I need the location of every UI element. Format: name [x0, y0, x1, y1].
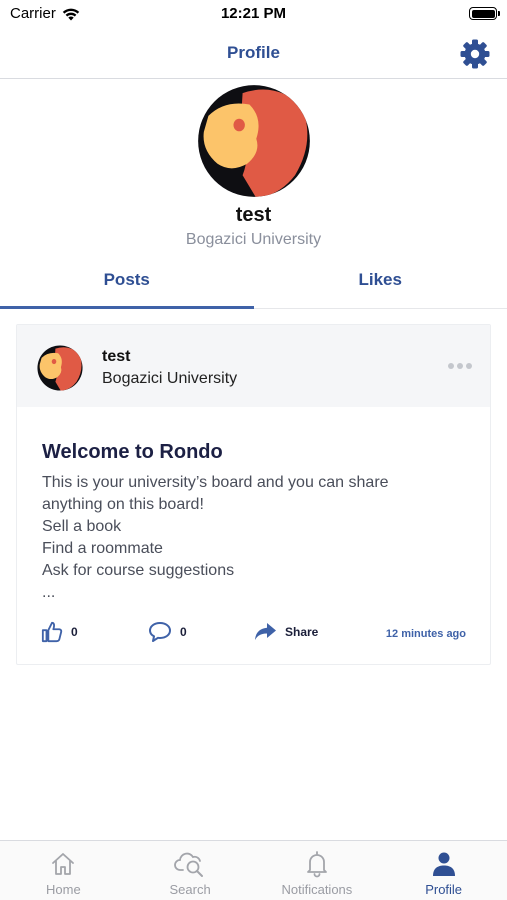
- navigation-bar: Profile: [0, 28, 507, 79]
- profile-tabs: Posts Likes: [0, 256, 507, 309]
- thumbs-up-icon: [41, 621, 63, 643]
- post-author-name[interactable]: test: [102, 348, 130, 366]
- like-button[interactable]: 0: [41, 621, 78, 643]
- tab-posts[interactable]: Posts: [0, 256, 254, 309]
- post-author-university: Bogazici University: [102, 370, 238, 387]
- post-body-line: Find a roommate: [42, 540, 163, 557]
- tab-bar-notifications[interactable]: Notifications: [254, 841, 381, 900]
- share-button[interactable]: Share: [253, 621, 318, 643]
- tab-bar-search[interactable]: Search: [127, 841, 254, 900]
- home-icon: [52, 853, 75, 875]
- post-body: This is your university’s board and you …: [42, 472, 472, 604]
- clock: 12:21 PM: [220, 5, 287, 22]
- comment-count: 0: [180, 625, 187, 639]
- tab-bar-label: Notifications: [281, 882, 353, 897]
- avatar-image: [198, 85, 310, 197]
- tab-bar-label: Home: [46, 882, 81, 897]
- bottom-tab-bar: Home Search Notifications Profile: [0, 840, 507, 900]
- post-body-line: ...: [42, 584, 56, 601]
- post-timestamp: 12 minutes ago: [385, 628, 466, 640]
- tab-bar-home[interactable]: Home: [0, 841, 127, 900]
- post-actions: 0 0 Share 12 minutes ago: [17, 621, 490, 649]
- gear-icon: [460, 39, 490, 69]
- post-body-line: This is your university’s board and you …: [42, 474, 389, 491]
- tab-likes[interactable]: Likes: [254, 256, 507, 308]
- comment-bubble-icon: [149, 622, 171, 642]
- avatar-image: [37, 345, 83, 391]
- page-title: Profile: [227, 43, 280, 62]
- post-title: Welcome to Rondo: [42, 441, 223, 463]
- post-author-avatar[interactable]: [37, 345, 83, 391]
- status-bar: Carrier 12:21 PM: [0, 0, 507, 28]
- share-arrow-icon: [255, 623, 276, 640]
- comment-button[interactable]: 0: [148, 621, 187, 643]
- settings-button[interactable]: [457, 36, 493, 72]
- post-body-line: anything on this board!: [42, 496, 204, 513]
- post-body-line: Ask for course suggestions: [42, 562, 235, 579]
- more-options-icon[interactable]: [448, 363, 472, 369]
- battery-icon: [469, 7, 500, 20]
- person-icon: [432, 852, 455, 876]
- profile-name: test: [235, 204, 272, 226]
- bell-icon: [306, 851, 327, 878]
- tab-bar-label: Profile: [425, 882, 463, 897]
- like-count: 0: [71, 625, 78, 639]
- profile-avatar[interactable]: [197, 84, 311, 198]
- search-cloud-icon: [174, 852, 204, 877]
- tab-bar-profile[interactable]: Profile: [380, 841, 507, 900]
- share-label: Share: [285, 625, 319, 639]
- post-body-line: Sell a book: [42, 518, 122, 535]
- post-header: test Bogazici University: [17, 325, 490, 407]
- tab-bar-label: Search: [169, 882, 211, 897]
- post-card[interactable]: test Bogazici University Welcome to Rond…: [16, 324, 491, 665]
- profile-university: Bogazici University: [185, 231, 322, 248]
